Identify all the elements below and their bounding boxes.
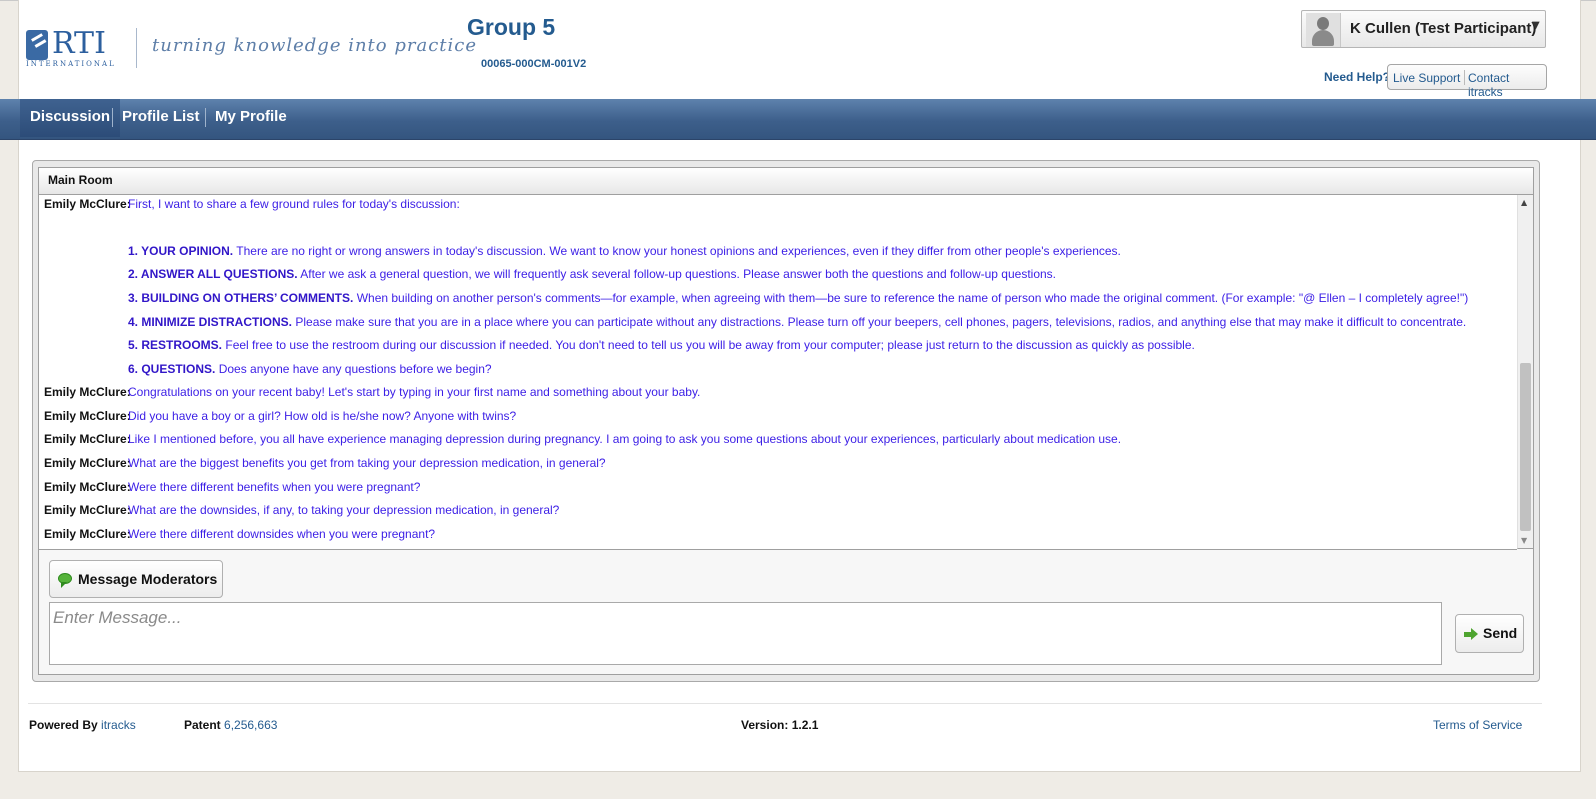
footer-version: Version: 1.2.1	[741, 718, 818, 732]
itracks-link[interactable]: itracks	[101, 718, 136, 732]
tab-discussion[interactable]: Discussion	[20, 99, 121, 137]
user-name: K Cullen (Test Participant)	[1350, 20, 1537, 37]
rule-text: After we ask a general question, we will…	[300, 267, 1057, 281]
rti-logo-mark-icon	[26, 30, 48, 60]
footer-powered: Powered By itracks	[29, 718, 136, 732]
rule-text: Does anyone have any questions before we…	[218, 362, 492, 376]
send-label: Send	[1483, 625, 1518, 641]
rule-heading: 3. BUILDING ON OTHERS’ COMMENTS.	[128, 291, 354, 305]
version-label: Version:	[741, 718, 789, 732]
message-input[interactable]	[49, 602, 1442, 665]
terms-of-service-link[interactable]: Terms of Service	[1433, 718, 1522, 732]
rule-heading: 2. ANSWER ALL QUESTIONS.	[128, 267, 298, 281]
patent-label: Patent	[184, 718, 221, 732]
scrollbar-thumb[interactable]	[1520, 363, 1531, 531]
need-help-label: Need Help?	[1324, 70, 1391, 84]
group-title: Group 5	[467, 14, 556, 40]
rule-item: 5. RESTROOMS. Feel free to use the restr…	[128, 338, 1195, 352]
message-text: What are the downsides, if any, to takin…	[128, 503, 560, 517]
scroll-down-icon[interactable]: ▼	[1521, 536, 1527, 545]
message-text: First, I want to share a few ground rule…	[128, 197, 460, 211]
tagline: turning knowledge into practice	[152, 35, 477, 56]
arrow-right-icon	[1464, 628, 1478, 640]
message-author: Emily McClure:	[44, 409, 131, 423]
rule-heading: 1. YOUR OPINION.	[128, 244, 234, 258]
rule-text: Please make sure that you are in a place…	[295, 315, 1467, 329]
rule-text: There are no right or wrong answers in t…	[236, 244, 1121, 258]
rule-item: 1. YOUR OPINION. There are no right or w…	[128, 244, 1121, 258]
chat-panel: Main Room Emily McClure: First, I want t…	[38, 167, 1534, 675]
help-links: Live Support Contact itracks	[1387, 64, 1547, 99]
tab-my-profile[interactable]: My Profile	[205, 99, 297, 137]
message-author: Emily McClure:	[44, 480, 131, 494]
message-text: Like I mentioned before, you all have ex…	[128, 432, 1122, 446]
contact-itracks-link[interactable]: Contact itracks	[1468, 71, 1546, 99]
rule-heading: 6. QUESTIONS.	[128, 362, 216, 376]
logo-text: RTI	[52, 26, 106, 61]
message-text: What are the biggest benefits you get fr…	[128, 456, 606, 470]
message-author: Emily McClure:	[44, 385, 131, 399]
message-moderators-label: Message Moderators	[78, 571, 218, 587]
patent-link[interactable]: 6,256,663	[224, 718, 277, 732]
version-value: 1.2.1	[791, 718, 819, 732]
message-scrollbar[interactable]: ▲ ▼	[1517, 195, 1533, 549]
message-moderators-button[interactable]: Message Moderators	[49, 560, 223, 598]
logo-divider	[136, 28, 137, 68]
chevron-down-icon: ▼	[1532, 20, 1540, 31]
rule-item: 2. ANSWER ALL QUESTIONS. After we ask a …	[128, 267, 1056, 281]
tab-profile-list[interactable]: Profile List	[112, 99, 210, 137]
message-list[interactable]: Emily McClure: First, I want to share a …	[39, 195, 1517, 550]
room-header: Main Room	[39, 168, 1533, 195]
rule-text: Feel free to use the restroom during our…	[225, 338, 1195, 352]
message-author: Emily McClure:	[44, 197, 131, 211]
logo-subtext: INTERNATIONAL	[26, 60, 116, 68]
help-divider	[1464, 70, 1465, 85]
message-text: Were there different benefits when you w…	[128, 480, 421, 494]
message-author: Emily McClure:	[44, 432, 131, 446]
avatar-icon	[1306, 13, 1341, 47]
rule-item: 3. BUILDING ON OTHERS’ COMMENTS. When bu…	[128, 291, 1468, 305]
group-code: 00065-000CM-001V2	[481, 58, 587, 70]
footer-divider	[28, 703, 1542, 704]
message-author: Emily McClure:	[44, 503, 131, 517]
message-text: Did you have a boy or a girl? How old is…	[128, 409, 517, 423]
footer-terms: Terms of Service	[1433, 718, 1522, 732]
rti-logo[interactable]: RTI INTERNATIONAL	[26, 26, 124, 70]
live-support-link[interactable]: Live Support	[1393, 71, 1460, 85]
chat-bubble-icon	[58, 573, 72, 588]
message-text: Congratulations on your recent baby! Let…	[128, 385, 701, 399]
rule-heading: 5. RESTROOMS.	[128, 338, 223, 352]
rule-text: When building on another person's commen…	[356, 291, 1469, 305]
main-nav: Discussion Profile List My Profile	[0, 99, 1596, 140]
powered-by-label: Powered By	[29, 718, 98, 732]
message-author: Emily McClure:	[44, 527, 131, 541]
room-title: Main Room	[48, 173, 113, 187]
message-author: Emily McClure:	[44, 456, 131, 470]
footer-patent: Patent 6,256,663	[184, 718, 277, 732]
send-button[interactable]: Send	[1455, 614, 1524, 653]
rule-item: 6. QUESTIONS. Does anyone have any quest…	[128, 362, 492, 376]
scroll-up-icon[interactable]: ▲	[1521, 198, 1527, 207]
rule-heading: 4. MINIMIZE DISTRACTIONS.	[128, 315, 293, 329]
message-text: Were there different downsides when you …	[128, 527, 436, 541]
rule-item: 4. MINIMIZE DISTRACTIONS. Please make su…	[128, 315, 1466, 329]
user-menu-dropdown[interactable]: K Cullen (Test Participant) ▼	[1301, 10, 1546, 48]
